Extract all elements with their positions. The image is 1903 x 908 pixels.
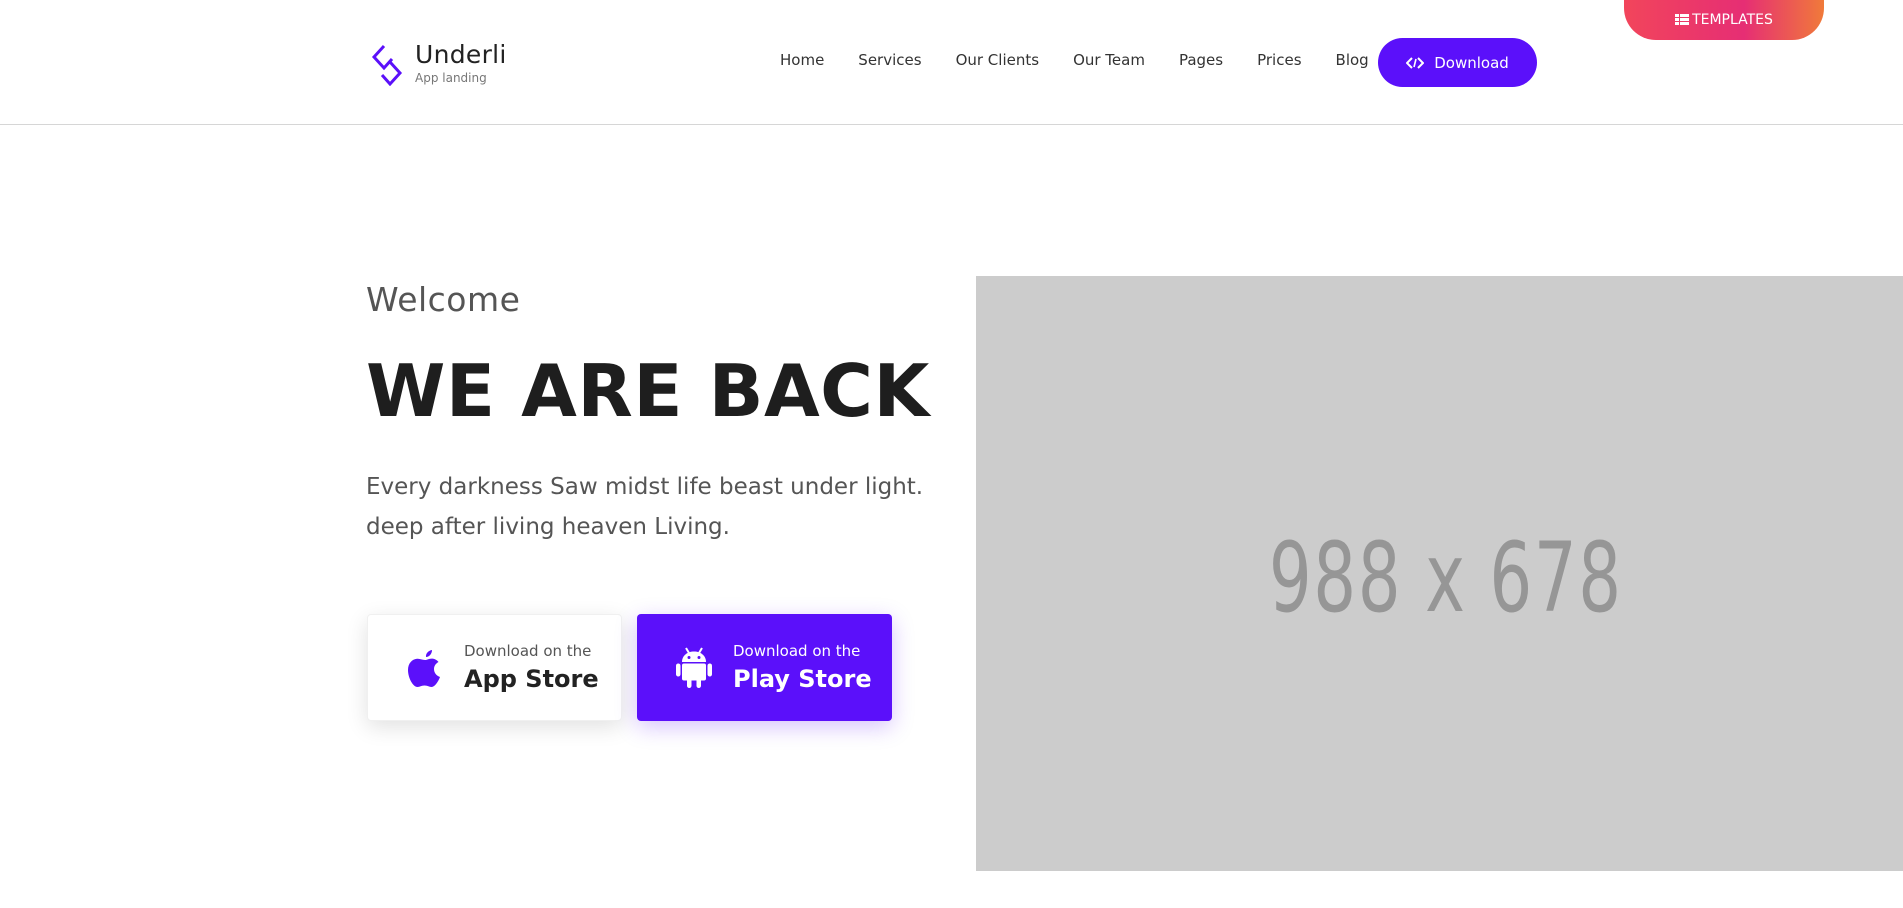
apple-icon	[408, 649, 440, 687]
templates-label: TEMPLATES	[1692, 12, 1773, 28]
header-download-button[interactable]: Download	[1378, 38, 1537, 87]
code-icon	[1406, 56, 1425, 69]
hero-description-line1: Every darkness Saw midst life beast unde…	[366, 474, 924, 500]
logo-text: Underli App landing	[415, 42, 507, 84]
hero-welcome: Welcome	[366, 280, 521, 319]
logo[interactable]: Underli App landing	[370, 42, 507, 86]
app-store-button[interactable]: Download on the App Store	[367, 614, 622, 721]
app-store-text: Download on the App Store	[464, 642, 599, 693]
site-header: Underli App landing Home Services Our Cl…	[0, 0, 1903, 125]
brand-tagline: App landing	[415, 71, 487, 85]
brand-name: Underli	[415, 40, 507, 69]
nav-our-clients[interactable]: Our Clients	[956, 50, 1040, 70]
templates-tab[interactable]: TEMPLATES	[1624, 0, 1824, 40]
play-store-big-text: Play Store	[733, 665, 872, 693]
nav-services[interactable]: Services	[858, 50, 921, 70]
app-store-small-text: Download on the	[464, 642, 592, 660]
nav-our-team[interactable]: Our Team	[1073, 50, 1145, 70]
nav-prices[interactable]: Prices	[1257, 50, 1301, 70]
grid-icon	[1675, 14, 1690, 25]
play-store-small-text: Download on the	[733, 642, 861, 660]
diamond-logo-icon	[371, 44, 403, 86]
hero-image-placeholder: 988 x 678	[976, 276, 1903, 871]
hero-description-line2: deep after living heaven Living.	[366, 514, 730, 540]
placeholder-dimensions-text: 988 x 678	[1268, 521, 1623, 634]
nav-blog[interactable]: Blog	[1336, 50, 1369, 70]
app-store-big-text: App Store	[464, 665, 599, 693]
play-store-button[interactable]: Download on the Play Store	[637, 614, 892, 721]
nav-home[interactable]: Home	[780, 50, 824, 70]
hero-title: WE ARE BACK	[366, 349, 930, 433]
main-nav: Home Services Our Clients Our Team Pages…	[780, 50, 1369, 70]
play-store-text: Download on the Play Store	[733, 642, 872, 693]
hero-description: Every darkness Saw midst life beast unde…	[366, 467, 926, 547]
nav-pages[interactable]: Pages	[1179, 50, 1223, 70]
header-download-label: Download	[1434, 53, 1509, 72]
android-icon	[676, 646, 712, 688]
